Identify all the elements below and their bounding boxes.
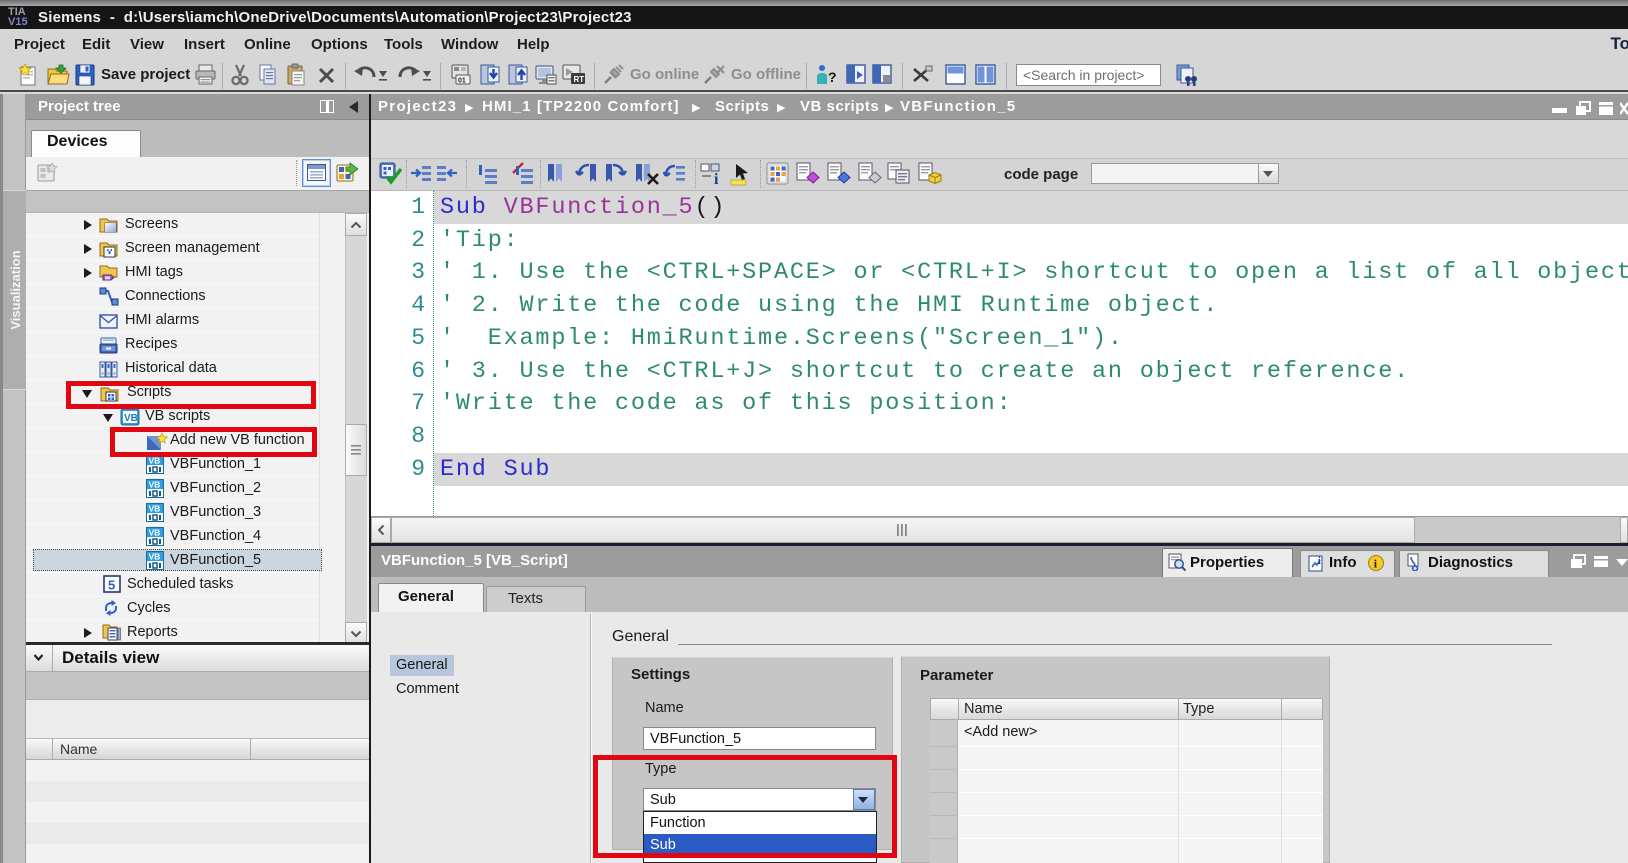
svg-text:VB: VB [149, 456, 161, 466]
svg-text:VB: VB [149, 504, 161, 514]
svg-text:RT: RT [574, 75, 585, 84]
svg-text:i: i [1318, 556, 1321, 567]
svg-text:5: 5 [108, 578, 115, 593]
svg-text:?: ? [828, 69, 837, 85]
svg-text:VB: VB [149, 528, 161, 538]
svg-text:VB: VB [149, 552, 161, 562]
svg-text:VB: VB [124, 413, 138, 424]
svg-text:VB: VB [149, 480, 161, 490]
svg-text:01: 01 [458, 78, 466, 85]
svg-text:i: i [714, 171, 719, 186]
